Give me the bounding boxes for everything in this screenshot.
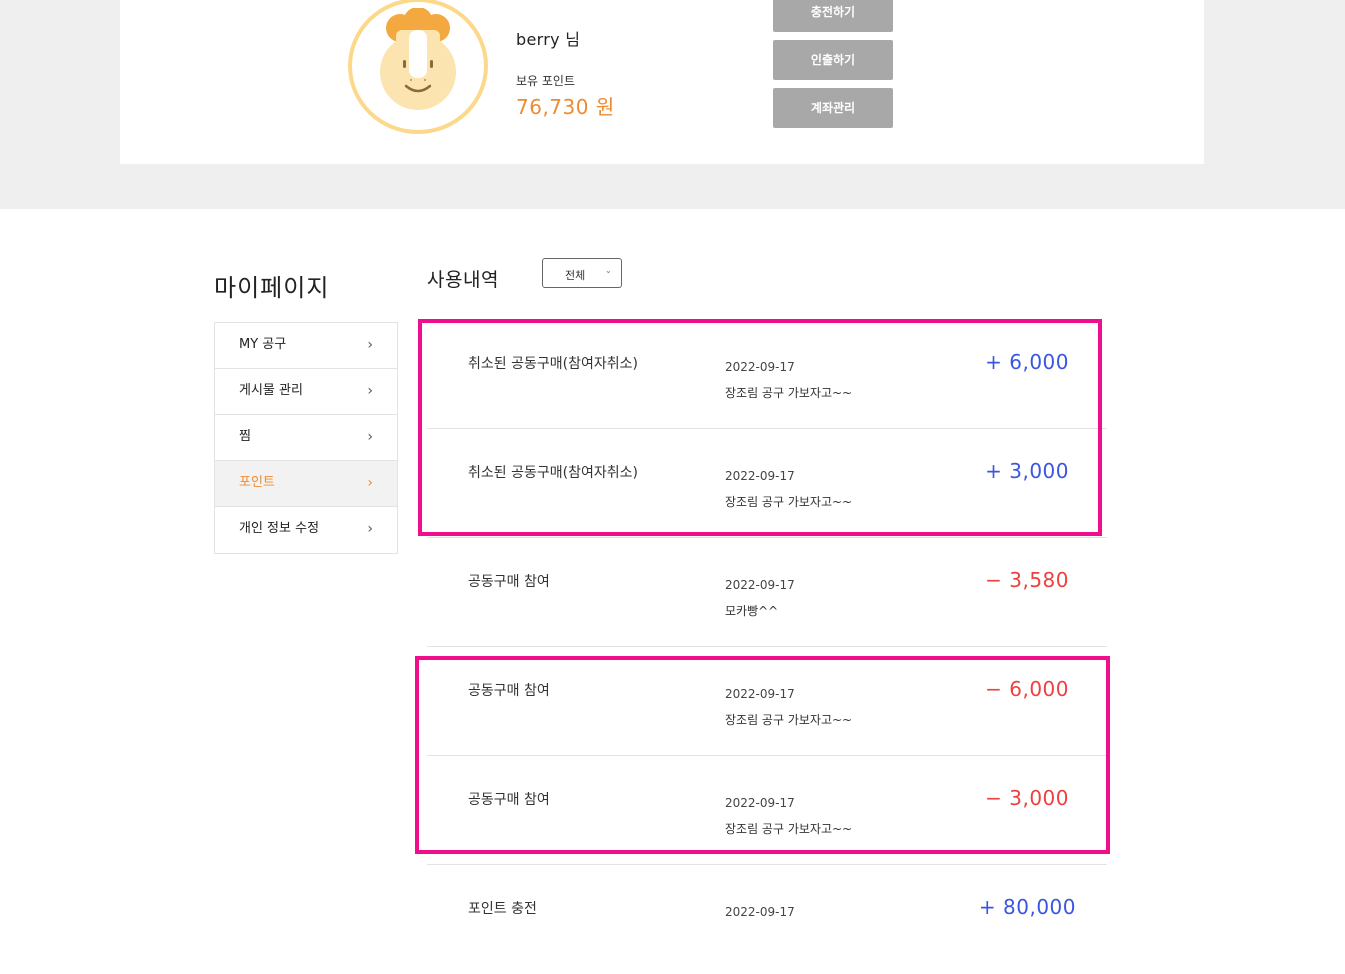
sidebar-item-points[interactable]: 포인트 › [215,461,397,507]
list-item: 취소된 공동구매(참여자취소) 2022-09-17 장조림 공구 가보자고~~… [427,429,1107,538]
sidebar-item-label: MY 공구 [239,337,287,352]
chevron-down-icon: ⌄ [605,266,612,275]
filter-value: 전체 [565,269,586,282]
item-memo: 장조림 공구 가보자고~~ [725,495,853,509]
item-title: 취소된 공동구매(참여자취소) [468,465,638,481]
avatar [348,0,488,134]
item-title: 포인트 충전 [468,901,537,917]
sidebar-item-label: 개인 정보 수정 [239,521,320,536]
list-item: 공동구매 참여 2022-09-17 장조림 공구 가보자고~~ − 3,000 [427,756,1107,865]
list-item: 취소된 공동구매(참여자취소) 2022-09-17 장조림 공구 가보자고~~… [427,320,1107,429]
sidebar-item-posts[interactable]: 게시물 관리 › [215,369,397,415]
chevron-right-icon: › [367,521,373,537]
sidebar-item-label: 찜 [239,429,251,444]
chevron-right-icon: › [367,475,373,491]
profile-card [120,0,1204,164]
item-memo: 장조림 공구 가보자고~~ [725,713,853,727]
item-amount: + 80,000 [978,895,1076,919]
points-value: 76,730 원 [516,95,615,119]
sidebar-item-label: 게시물 관리 [239,383,303,398]
sidebar-menu: MY 공구 › 게시물 관리 › 찜 › 포인트 › 개인 정보 수정 › [214,322,398,554]
item-memo: 장조림 공구 가보자고~~ [725,386,853,400]
item-amount: − 3,000 [985,786,1069,810]
filter-select[interactable]: 전체 ⌄ [542,258,622,288]
item-title: 공동구매 참여 [468,683,550,699]
page-title: 마이페이지 [214,274,330,302]
item-amount: + 6,000 [985,350,1069,374]
history-list: 취소된 공동구매(참여자취소) 2022-09-17 장조림 공구 가보자고~~… [427,320,1107,974]
item-date: 2022-09-17 [725,360,795,374]
item-memo: 모카빵^^ [725,604,779,618]
item-title: 취소된 공동구매(참여자취소) [468,356,638,372]
sidebar-item-label: 포인트 [239,475,275,490]
sidebar-item-profile-edit[interactable]: 개인 정보 수정 › [215,507,397,553]
list-item: 공동구매 참여 2022-09-17 장조림 공구 가보자고~~ − 6,000 [427,647,1107,756]
item-date: 2022-09-17 [725,578,795,592]
sidebar-item-wishlist[interactable]: 찜 › [215,415,397,461]
chevron-right-icon: › [367,383,373,399]
sidebar-item-my-gongu[interactable]: MY 공구 › [215,323,397,369]
list-item: 공동구매 참여 2022-09-17 모카빵^^ − 3,580 [427,538,1107,647]
item-title: 공동구매 참여 [468,792,550,808]
chevron-right-icon: › [367,429,373,445]
points-label: 보유 포인트 [516,74,576,88]
item-date: 2022-09-17 [725,905,795,919]
item-amount: − 3,580 [985,568,1069,592]
section-title: 사용내역 [427,269,499,291]
item-date: 2022-09-17 [725,796,795,810]
charge-button[interactable]: 충전하기 [773,0,893,32]
lion-avatar-icon [380,8,456,110]
item-title: 공동구매 참여 [468,574,550,590]
item-amount: − 6,000 [985,677,1069,701]
item-date: 2022-09-17 [725,469,795,483]
account-manage-button[interactable]: 계좌관리 [773,88,893,128]
item-amount: + 3,000 [985,459,1069,483]
withdraw-button[interactable]: 인출하기 [773,40,893,80]
item-memo: 장조림 공구 가보자고~~ [725,822,853,836]
item-date: 2022-09-17 [725,687,795,701]
chevron-right-icon: › [367,337,373,353]
username: berry 님 [516,30,581,49]
list-item: 포인트 충전 2022-09-17 + 80,000 [427,865,1107,974]
